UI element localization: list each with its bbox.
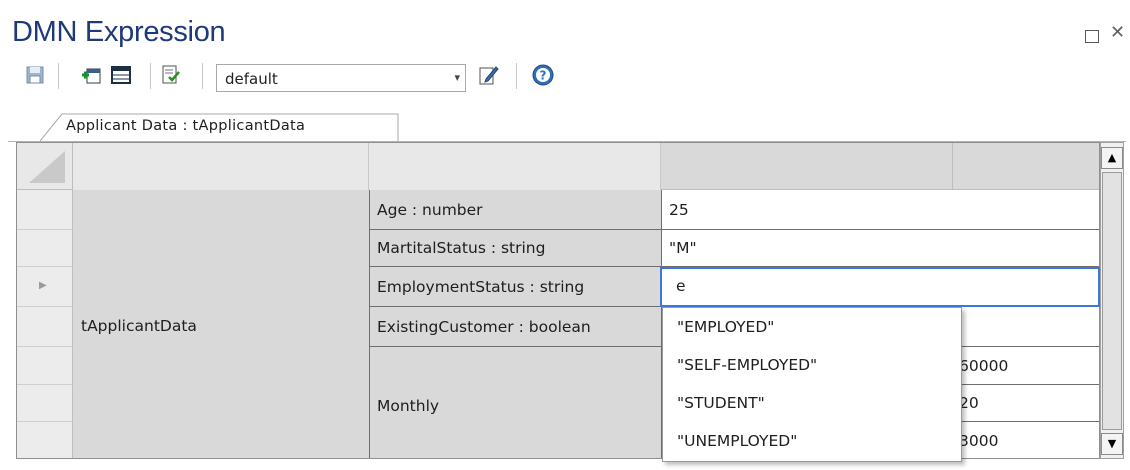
- field-label: MartitalStatus : string: [377, 239, 546, 257]
- type-name: tApplicantData: [81, 317, 197, 335]
- scrollbar-thumb[interactable]: [1102, 172, 1122, 430]
- field-cell[interactable]: EmploymentStatus : string: [369, 267, 661, 307]
- type-name-cell[interactable]: tApplicantData: [73, 190, 369, 458]
- context-combobox[interactable]: default ▾: [216, 64, 466, 92]
- chevron-down-icon[interactable]: ▾: [454, 71, 460, 84]
- select-all-corner[interactable]: [17, 143, 73, 190]
- svg-text:?: ?: [540, 69, 547, 83]
- row-header[interactable]: [17, 422, 73, 458]
- field-label: Age : number: [377, 201, 483, 219]
- autocomplete-dropdown: "EMPLOYED" "SELF-EMPLOYED" "STUDENT" "UN…: [662, 307, 962, 462]
- current-row-arrow-icon: ▶: [39, 280, 47, 291]
- tab-applicant-data-label: Applicant Data : tApplicantData: [66, 118, 306, 134]
- validate-icon[interactable]: [160, 64, 182, 86]
- field-cell[interactable]: Monthly: [369, 347, 661, 458]
- row-header[interactable]: [17, 347, 73, 385]
- value-text: 25: [669, 201, 689, 219]
- row-header[interactable]: [17, 230, 73, 267]
- value-text: 60000: [959, 357, 1009, 375]
- column-header: [369, 143, 661, 190]
- value-cell[interactable]: 20: [953, 385, 1099, 422]
- toolbar-separator: [516, 63, 517, 89]
- value-editor[interactable]: e: [660, 267, 1100, 307]
- value-editor-text: e: [676, 277, 686, 295]
- autocomplete-option[interactable]: "SELF-EMPLOYED": [677, 356, 817, 374]
- field-cell[interactable]: ExistingCustomer : boolean: [369, 307, 661, 347]
- field-label: ExistingCustomer : boolean: [377, 318, 591, 336]
- value-text: "M": [669, 239, 697, 257]
- edit-icon[interactable]: [478, 64, 500, 86]
- scroll-down-button[interactable]: ▼: [1101, 433, 1123, 455]
- field-label: EmploymentStatus : string: [377, 278, 585, 296]
- field-cell[interactable]: MartitalStatus : string: [369, 230, 661, 267]
- column-header: [73, 143, 369, 190]
- restore-button[interactable]: [1085, 30, 1099, 43]
- value-cell[interactable]: 60000: [953, 347, 1099, 385]
- save-icon[interactable]: [24, 64, 46, 86]
- add-row-icon[interactable]: [80, 64, 102, 86]
- window-title: DMN Expression: [12, 16, 226, 48]
- dmn-expression-window: DMN Expression ✕ default ▾ ? Applicant D…: [0, 0, 1130, 470]
- close-button[interactable]: ✕: [1110, 22, 1125, 43]
- scroll-up-button[interactable]: ▲: [1101, 147, 1123, 169]
- combobox-value: default: [225, 70, 278, 88]
- field-cell[interactable]: Age : number: [369, 190, 661, 230]
- field-label: Monthly: [377, 397, 440, 415]
- row-header[interactable]: [17, 385, 73, 422]
- value-cell[interactable]: 3000: [953, 422, 1099, 458]
- grid-line: [369, 190, 370, 458]
- column-header: [953, 143, 1099, 190]
- column-header: [661, 143, 953, 190]
- grid-line: [369, 229, 1099, 230]
- help-icon[interactable]: ?: [532, 64, 554, 86]
- toolbar-separator: [150, 63, 151, 89]
- row-header[interactable]: [17, 307, 73, 347]
- row-header-current[interactable]: ▶: [17, 267, 73, 307]
- autocomplete-option[interactable]: "UNEMPLOYED": [677, 432, 797, 450]
- autocomplete-option[interactable]: "STUDENT": [677, 394, 765, 412]
- value-text: 3000: [959, 432, 999, 450]
- row-header[interactable]: [17, 190, 73, 230]
- autocomplete-option[interactable]: "EMPLOYED": [677, 318, 774, 336]
- toolbar-separator: [202, 63, 203, 89]
- value-cell[interactable]: 25: [661, 190, 1099, 230]
- table-icon[interactable]: [110, 64, 132, 86]
- value-cell[interactable]: "M": [661, 230, 1099, 267]
- toolbar-separator: [58, 63, 59, 89]
